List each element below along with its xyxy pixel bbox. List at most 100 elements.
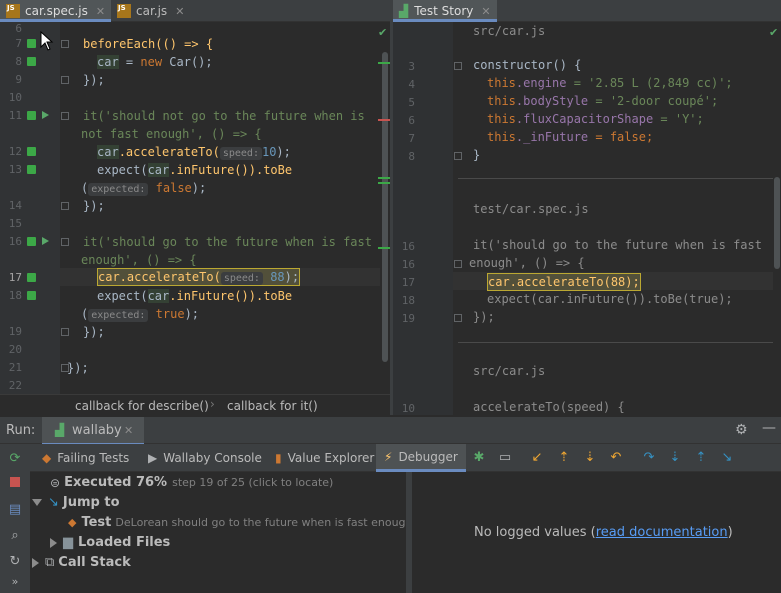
breadcrumb-item[interactable]: callback for describe(): [75, 399, 209, 413]
step-over-back-icon[interactable]: ↶: [608, 450, 624, 466]
close-icon[interactable]: ✕: [124, 424, 133, 437]
chevron-down-icon[interactable]: [32, 499, 42, 506]
executed-detail: step 19 of 25 (click to locate): [172, 476, 334, 489]
code-text: 88: [270, 270, 285, 284]
code-text: = '2-door coupé';: [588, 94, 719, 108]
code-line: car.accelerateTo(speed: 10);: [97, 143, 291, 161]
executed-row[interactable]: ⊜ Executed 76% step 19 of 25 (click to l…: [50, 475, 333, 490]
code-text: (: [81, 307, 89, 321]
tab-test-story[interactable]: ▟ Test Story ✕: [393, 0, 497, 22]
close-icon[interactable]: ✕: [96, 5, 105, 18]
code-text: .inFuture()).: [169, 289, 264, 303]
fold-icon[interactable]: [61, 112, 69, 120]
run-test-icon[interactable]: [42, 237, 49, 245]
step-over-icon[interactable]: ↷: [641, 450, 657, 466]
line-number: 18: [8, 289, 22, 302]
search-icon[interactable]: ⌕: [7, 529, 23, 543]
line-number: 8: [408, 150, 415, 163]
breadcrumb-item[interactable]: callback for it(): [227, 399, 318, 413]
step-into-back-icon[interactable]: ⇣: [582, 450, 598, 466]
coverage-indicator[interactable]: [27, 273, 36, 282]
param-hint: speed:: [219, 147, 262, 160]
coverage-indicator[interactable]: [27, 147, 36, 156]
line-number: 11: [8, 109, 22, 122]
chevron-right-icon: ›: [210, 397, 215, 411]
step-back-icon[interactable]: ↙: [529, 450, 545, 466]
coverage-indicator[interactable]: [27, 111, 36, 120]
run-to-cursor-icon[interactable]: ↘: [719, 450, 735, 466]
gear-icon[interactable]: ⚙: [735, 422, 748, 438]
fold-icon[interactable]: [61, 40, 69, 48]
code-text: beforeEach(() => {: [83, 37, 214, 51]
step-out-back-icon[interactable]: ⇡: [556, 450, 572, 466]
test-row[interactable]: ◆ Test DeLorean should go to the future …: [68, 515, 413, 530]
coverage-indicator[interactable]: [27, 291, 36, 300]
chevron-right-icon[interactable]: [32, 557, 39, 568]
fold-icon[interactable]: [454, 152, 462, 160]
code-line: expect(car.inFuture()).toBe(true);: [487, 292, 733, 306]
code-text: enough', () => {: [81, 253, 197, 267]
refresh-icon[interactable]: ↻: [7, 555, 23, 569]
fold-icon[interactable]: [454, 314, 462, 322]
fold-icon[interactable]: [454, 260, 462, 268]
step-into-icon[interactable]: ⇣: [667, 450, 683, 466]
close-icon[interactable]: ✕: [481, 5, 490, 18]
stack-icon: ⧉: [45, 555, 55, 570]
coverage-indicator[interactable]: [27, 57, 36, 66]
test-story-panel[interactable]: src/car.js 3 4 5 6 7 8 constructor() { t…: [393, 22, 781, 415]
line-number: 6: [408, 114, 415, 127]
run-test-icon[interactable]: [42, 111, 49, 119]
close-icon[interactable]: ✕: [175, 5, 184, 18]
run-config-tab[interactable]: ▟ wallaby ✕: [42, 417, 144, 445]
test-label: Test: [81, 515, 112, 530]
tab-value-explorer[interactable]: ▮ Value Explorer: [275, 444, 374, 472]
fold-icon[interactable]: [61, 76, 69, 84]
tab-debugger[interactable]: ⚡ Debugger: [376, 444, 466, 472]
tab-car-js[interactable]: JS car.js ✕: [111, 0, 191, 22]
read-documentation-link[interactable]: read documentation: [596, 525, 728, 540]
code-editor[interactable]: 6 7 8 9 10 11 12 13 14 15 16 17 18 19 20…: [0, 22, 390, 394]
fold-icon[interactable]: [61, 328, 69, 336]
tab-label: Failing Tests: [57, 451, 130, 465]
line-number: 16: [8, 235, 22, 248]
minimize-icon[interactable]: —: [762, 420, 776, 436]
more-icon[interactable]: »: [7, 575, 23, 589]
fold-icon[interactable]: [454, 62, 462, 70]
step-out-icon[interactable]: ⇡: [693, 450, 709, 466]
fold-icon[interactable]: [61, 238, 69, 246]
jump-icon: ↘: [48, 495, 59, 510]
line-number: 17: [8, 271, 22, 284]
fold-icon[interactable]: [61, 202, 69, 210]
code-text: toBe: [263, 289, 293, 303]
executed-label: Executed 76%: [64, 475, 168, 490]
code-text: .inFuture()).: [169, 163, 264, 177]
coverage-indicator[interactable]: [27, 237, 36, 246]
rerun-icon[interactable]: ⟳: [7, 452, 23, 466]
jump-to-row[interactable]: ↘ Jump to: [32, 495, 120, 510]
call-stack-row[interactable]: ⧉ Call Stack: [32, 555, 131, 570]
code-text: toBe: [263, 163, 293, 177]
line-number: 9: [15, 73, 22, 86]
story-scrollbar[interactable]: [774, 177, 780, 269]
line-number: 14: [8, 199, 22, 212]
code-line: });: [83, 73, 105, 87]
tab-label: car.spec.js: [25, 4, 88, 18]
tab-failing-tests[interactable]: ◆ Failing Tests: [42, 444, 129, 472]
line-number: 19: [8, 325, 22, 338]
coverage-indicator[interactable]: [27, 39, 36, 48]
coverage-indicator[interactable]: [27, 165, 36, 174]
bug-icon[interactable]: ✱: [471, 450, 487, 466]
layout-icon[interactable]: ▤: [7, 503, 23, 517]
tab-wallaby-console[interactable]: ▶ Wallaby Console: [148, 444, 262, 472]
stop-icon[interactable]: [7, 477, 23, 491]
line-number: 12: [8, 145, 22, 158]
line-number: 17: [401, 276, 415, 289]
tab-car-spec-js[interactable]: JS car.spec.js ✕: [0, 0, 111, 22]
editor-scrollbar[interactable]: [382, 52, 388, 362]
chevron-right-icon[interactable]: [50, 537, 57, 548]
loaded-files-row[interactable]: ▆ Loaded Files: [50, 535, 170, 550]
book-icon[interactable]: ▭: [497, 450, 513, 466]
code-line: });: [473, 310, 495, 324]
code-text: );: [284, 270, 300, 284]
code-line: it('should not go to the future when is: [83, 107, 365, 125]
